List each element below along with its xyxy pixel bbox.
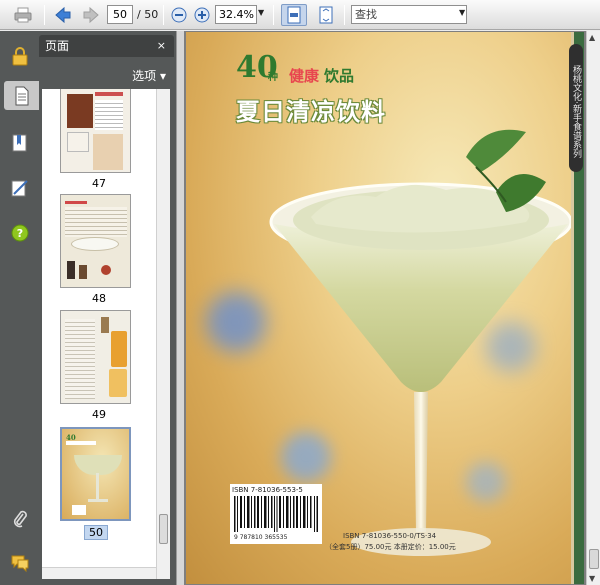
panel-title: 页面 [45,39,70,53]
page-thumbnail[interactable] [60,89,131,173]
zoom-level-input[interactable]: 32.4% [215,5,257,24]
isbn-catalog-line: ISBN 7-81036-550-0/TS·34 [343,532,437,540]
zoom-in-icon[interactable] [192,4,212,26]
scrollbar-thumb[interactable] [159,514,168,544]
thumbnail-list[interactable]: 47 48 49 40 50 [42,89,156,579]
isbn-text: ISBN 7-81036-553-5 [232,486,303,494]
toolbar-separator [163,5,164,25]
thumbnail-label-selected: 50 [84,525,108,540]
search-dropdown-icon[interactable]: ▼ [459,8,465,17]
panel-splitter[interactable] [176,31,184,585]
panel-options-bar: 选项 ▾ [39,57,174,87]
toolbar-separator [344,5,345,25]
cover-kind-label: 种 [268,72,278,83]
comments-icon[interactable] [5,548,34,577]
scrollbar-thumb[interactable] [589,549,599,569]
zoom-dropdown-icon[interactable]: ▼ [258,8,264,17]
page-thumbnail[interactable] [60,310,131,404]
barcode: ISBN 7-81036-553-5 9 787810 365535 [230,484,322,544]
panel-header: 页面 × [39,35,174,57]
toolbar-separator [273,5,274,25]
barcode-bars [234,496,318,532]
document-page: 40 种 健康 饮品 夏日清凉饮料 杨桃文化·新手食谱系列 ISBN 7-810… [186,32,584,584]
cover-title: 夏日清凉饮料 [236,98,386,126]
page-number-input[interactable]: 50 [107,5,133,24]
cover-subtitle-green: 饮品 [324,67,355,85]
search-input[interactable]: 查找 [351,5,467,24]
next-page-icon[interactable] [79,4,103,26]
print-icon[interactable] [10,4,36,26]
options-menu-button[interactable]: 选项 ▾ [132,67,166,84]
signatures-icon[interactable] [5,173,34,202]
series-tab: 杨桃文化·新手食谱系列 [569,44,583,172]
page-thumbnail[interactable] [60,194,131,288]
document-scrollbar[interactable]: ▲ ▼ [586,31,600,585]
svg-text:?: ? [16,227,22,240]
attachments-icon[interactable] [5,504,34,533]
price-line: （全套5册）75.00元 本册定价：15.00元 [325,543,456,551]
toolbar-separator [44,5,45,25]
close-icon[interactable]: × [157,35,166,57]
pages-panel: 页面 × 选项 ▾ 47 48 49 40 50 [39,31,176,585]
previous-page-icon[interactable] [51,4,75,26]
fit-page-icon[interactable] [314,4,338,26]
document-view[interactable]: 40 种 健康 饮品 夏日清凉饮料 杨桃文化·新手食谱系列 ISBN 7-810… [184,31,586,585]
zoom-out-icon[interactable] [169,4,189,26]
navigation-rail: ? [0,31,39,585]
bookmarks-icon[interactable] [5,128,34,157]
thumbnail-horizontal-scrollbar[interactable] [42,567,156,579]
thumbnail-label: 47 [92,177,106,190]
page-total-label: / 50 [137,8,159,21]
pages-icon[interactable] [4,81,39,110]
scroll-up-icon[interactable]: ▲ [589,33,595,42]
lock-icon[interactable] [5,41,34,70]
barcode-digits: 9 787810 365535 [234,534,288,541]
help-icon[interactable]: ? [5,218,34,247]
toolbar: 50 / 50 32.4% ▼ 查找 ▼ [0,0,600,30]
scroll-down-icon[interactable]: ▼ [589,574,595,583]
page-thumbnail[interactable]: 40 [60,427,131,521]
cover-subtitle-red: 健康 [289,67,320,85]
fit-width-icon[interactable] [281,4,307,26]
thumbnail-label: 48 [92,292,106,305]
thumbnail-scrollbar[interactable] [156,89,170,579]
thumbnail-label: 49 [92,408,106,421]
